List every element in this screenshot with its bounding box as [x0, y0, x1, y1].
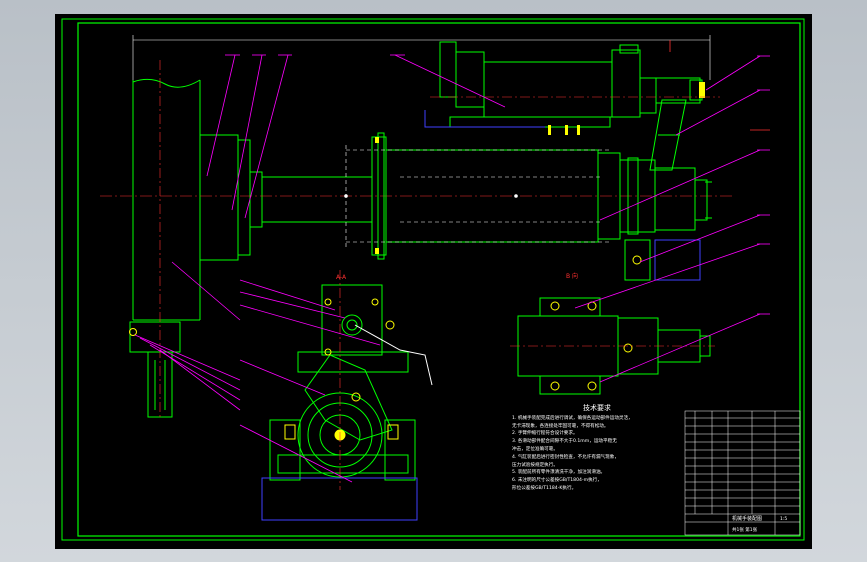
sheet-background: [55, 14, 812, 549]
note-line: 5. 装配前所有零件须清洗干净，加注润滑油。: [512, 470, 606, 476]
bolt-marker: [514, 194, 518, 198]
title-block-name: 机械手装配图: [732, 515, 762, 522]
section-a-label: A-A: [336, 274, 347, 281]
note-line: 冲击，定位准确可靠。: [512, 446, 558, 452]
note-line: 2. 手臂伸缩行程符合设计要求。: [512, 431, 578, 437]
note-line: 无卡滞现象，各连接处牢固可靠，不得有松动。: [512, 423, 609, 429]
drawing-canvas[interactable]: B 向 A-A 机械手装配图 共1张 第1张 1:5: [0, 0, 867, 562]
bolt-marker: [344, 194, 348, 198]
title-block-scale: 1:5: [780, 516, 787, 522]
note-line: 1. 机械手装配完成后进行调试，确保各运动部件运动灵活，: [512, 415, 633, 421]
view-b-label: B 向: [566, 272, 578, 280]
note-line: 4. 气缸装配后进行密封性检查，不允许有漏气现象，: [512, 454, 619, 460]
technical-notes: 技术要求 1. 机械手装配完成后进行调试，确保各运动部件运动灵活， 无卡滞现象，…: [512, 404, 682, 493]
note-line: 3. 各滑动部件配合间隙不大于0.1mm，运动平稳无: [512, 439, 617, 445]
cad-viewport[interactable]: B 向 A-A 机械手装配图 共1张 第1张 1:5 技术要求 1. 机械手装配…: [0, 0, 867, 562]
title-block-sheet: 共1张 第1张: [732, 526, 758, 533]
note-line: 6. 未注明的尺寸公差按GB/T1804-m执行，: [512, 478, 602, 484]
note-line: 形位公差按GB/T1184-K执行。: [512, 485, 577, 491]
note-line: 压力试验按规定执行。: [512, 462, 558, 468]
technical-notes-title: 技术要求: [583, 404, 611, 412]
